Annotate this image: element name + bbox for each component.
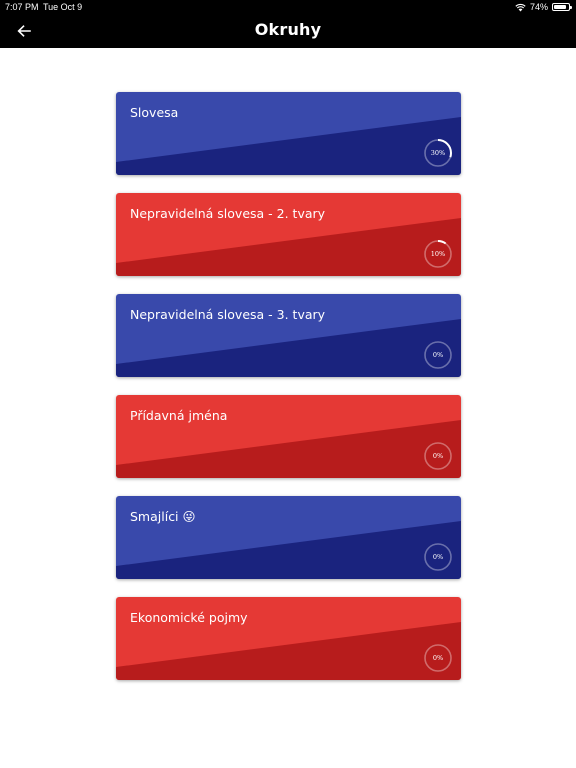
progress-ring: 10% (423, 239, 453, 269)
progress-label: 0% (432, 553, 444, 561)
topic-list: Slovesa 30% Nepravidelná slovesa - 2. tvar… (116, 92, 461, 698)
page-title: Okruhy (254, 20, 322, 39)
battery-icon (552, 3, 572, 11)
progress-ring: 0% (423, 643, 453, 673)
status-time: 7:07 PM (5, 2, 39, 12)
topic-card[interactable]: Ekonomické pojmy 0% (116, 597, 461, 680)
topic-title: Přídavná jména (130, 408, 228, 423)
topic-title: Nepravidelná slovesa - 2. tvary (130, 206, 326, 221)
progress-ring: 0% (423, 542, 453, 572)
topic-card[interactable]: Slovesa 30% (116, 92, 461, 175)
topic-card[interactable]: Nepravidelná slovesa - 2. tvary 10% (116, 193, 461, 276)
status-date: Tue Oct 9 (43, 2, 83, 12)
topic-title: Ekonomické pojmy (130, 610, 248, 625)
progress-label: 0% (432, 452, 444, 460)
status-right: 74% (515, 2, 572, 12)
progress-ring: 0% (423, 340, 453, 370)
progress-label: 30% (430, 149, 446, 157)
topic-title: Slovesa (130, 105, 179, 120)
topic-title: Nepravidelná slovesa - 3. tvary (130, 307, 326, 322)
progress-label: 0% (432, 654, 444, 662)
topic-card[interactable]: Smajlíci 😜 0% (116, 496, 461, 579)
status-bar: 7:07 PM Tue Oct 9 74% (0, 0, 576, 14)
progress-label: 0% (432, 351, 444, 359)
topic-title: Smajlíci 😜 (130, 509, 196, 524)
battery-percent: 74% (529, 2, 548, 12)
wifi-icon (515, 3, 526, 11)
topic-card[interactable]: Nepravidelná slovesa - 3. tvary 0% (116, 294, 461, 377)
progress-label: 10% (430, 250, 446, 258)
progress-ring: 30% (423, 138, 453, 168)
app-bar: Okruhy (0, 14, 576, 48)
battery-fill (554, 5, 566, 9)
progress-ring: 0% (423, 441, 453, 471)
topic-card[interactable]: Přídavná jména 0% (116, 395, 461, 478)
